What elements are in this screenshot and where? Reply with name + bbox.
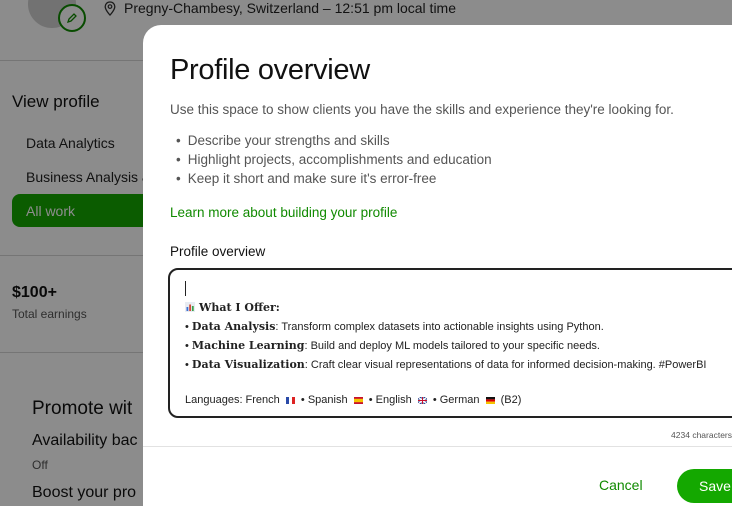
item-text: : Transform complex datasets into action… xyxy=(275,321,604,333)
spain-flag-icon xyxy=(353,396,363,404)
uk-flag-icon xyxy=(417,396,427,404)
editor-heading: What I Offer: xyxy=(199,301,280,314)
editor-item-line: • Machine Learning: Build and deploy ML … xyxy=(185,339,600,352)
editor-item-line: • Data Analysis: Transform complex datas… xyxy=(185,320,604,333)
language-spanish: • Spanish xyxy=(300,394,348,406)
editor-item-line: • Data Visualization: Craft clear visual… xyxy=(185,358,707,371)
language-level: (B2) xyxy=(500,394,522,406)
editor-languages-line: Languages: French • Spanish • English • … xyxy=(185,394,521,406)
item-text: : Craft clear visual representations of … xyxy=(304,359,707,371)
tips-list: Describe your strengths and skills Highl… xyxy=(176,133,492,190)
modal-title: Profile overview xyxy=(170,54,370,86)
item-title: Data Analysis xyxy=(191,320,276,333)
bar-chart-icon xyxy=(185,302,195,312)
tip-item: Describe your strengths and skills xyxy=(176,133,492,152)
tip-item: Keep it short and make sure it's error-f… xyxy=(176,171,492,190)
item-title: Data Visualization xyxy=(191,358,305,371)
character-count: 4234 characters xyxy=(671,430,732,440)
germany-flag-icon xyxy=(485,396,495,404)
language-english: • English xyxy=(368,394,412,406)
save-button[interactable]: Save xyxy=(677,469,732,503)
text-caret xyxy=(185,281,186,296)
learn-more-link[interactable]: Learn more about building your profile xyxy=(170,205,397,220)
profile-overview-modal: Profile overview Use this space to show … xyxy=(143,25,732,506)
item-text: : Build and deploy ML models tailored to… xyxy=(304,340,600,352)
language-german: • German xyxy=(432,394,480,406)
cancel-button[interactable]: Cancel xyxy=(599,477,643,493)
france-flag-icon xyxy=(285,396,295,404)
modal-subtitle: Use this space to show clients you have … xyxy=(170,102,674,117)
overview-field-label: Profile overview xyxy=(170,244,266,259)
editor-heading-line: What I Offer: xyxy=(185,301,280,314)
footer-divider xyxy=(143,446,732,447)
languages-prefix: Languages: French xyxy=(185,394,280,406)
tip-item: Highlight projects, accomplishments and … xyxy=(176,152,492,171)
overview-textarea[interactable]: What I Offer: • Data Analysis: Transform… xyxy=(168,268,732,418)
item-title: Machine Learning xyxy=(191,339,305,352)
